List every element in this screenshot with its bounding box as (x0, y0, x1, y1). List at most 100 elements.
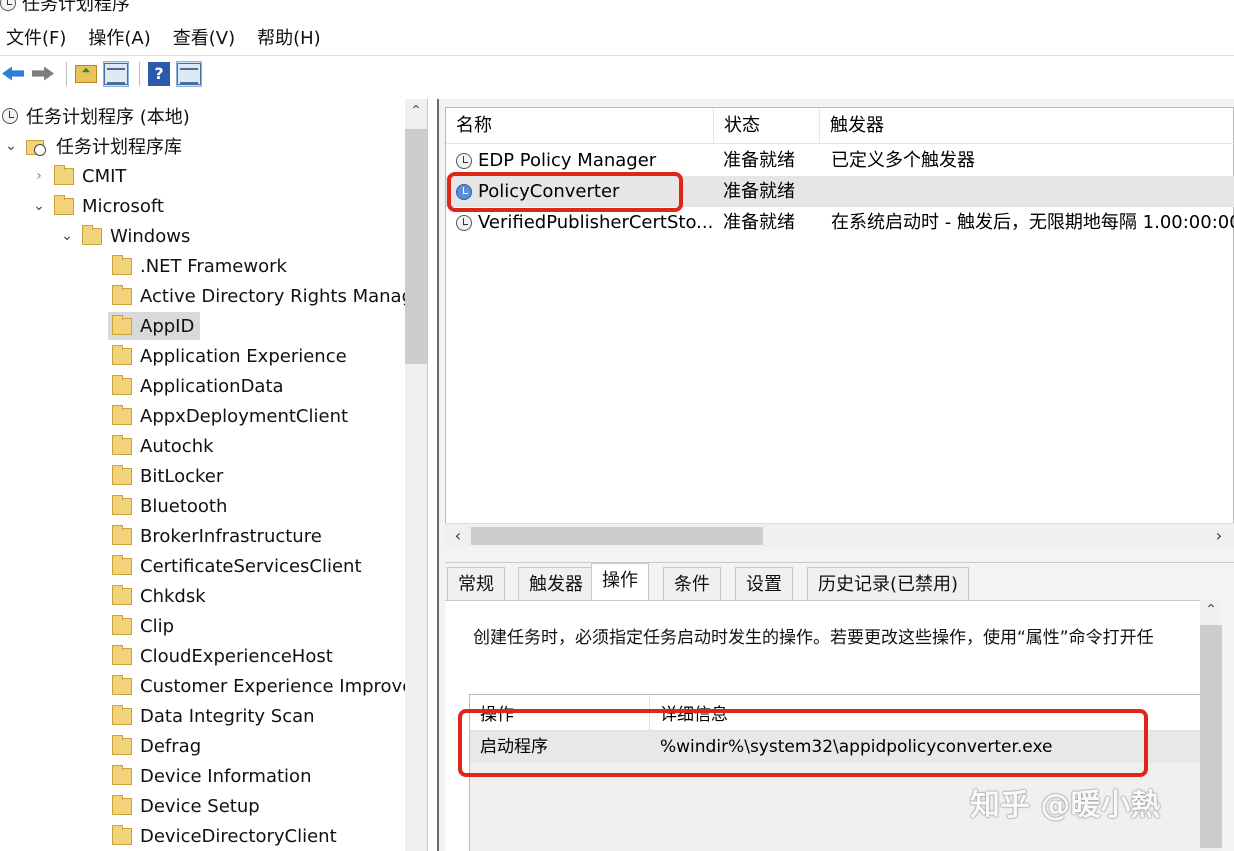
tree-item-defrag[interactable]: Defrag (112, 732, 201, 760)
task-row[interactable]: VerifiedPublisherCertSto... 准备就绪 在系统启动时 … (446, 207, 1234, 238)
tree-item-windows[interactable]: ⌄ Windows (60, 222, 190, 250)
back-button[interactable] (0, 61, 26, 87)
tree-item-cmit[interactable]: › CMIT (32, 162, 126, 190)
task-name: PolicyConverter (478, 181, 620, 202)
tree-item-dotnet-framework[interactable]: .NET Framework (112, 252, 287, 280)
tree-item-device-information[interactable]: Device Information (112, 762, 311, 790)
tree-item-autochk[interactable]: Autochk (112, 432, 214, 460)
folder-icon (112, 494, 132, 515)
task-name: VerifiedPublisherCertSto... (478, 212, 714, 233)
menu-view[interactable]: 查看(V) (173, 24, 235, 50)
tab-actions[interactable]: 操作 (591, 563, 649, 601)
tree-item-label: ApplicationData (140, 375, 284, 397)
folder-icon (112, 284, 132, 305)
tree-item-root[interactable]: 任务计划程序 (本地) (2, 102, 190, 130)
folder-icon (112, 794, 132, 815)
show-hide-action-pane-button[interactable] (176, 60, 202, 87)
task-list: 名称 状态 触发器 EDP Policy Manager 准备就绪 已定义多个触… (445, 107, 1234, 547)
scrollbar-thumb[interactable] (405, 129, 427, 364)
scroll-up-icon[interactable]: ⌃ (1200, 602, 1222, 622)
tree-item-microsoft[interactable]: ⌄ Microsoft (32, 192, 164, 220)
folder-icon (112, 824, 132, 845)
help-button[interactable]: ? (146, 61, 172, 87)
forward-arrow-icon (32, 66, 54, 81)
chevron-right-icon[interactable]: › (32, 168, 46, 184)
menu-help[interactable]: 帮助(H) (257, 24, 321, 50)
tree-item-label: 任务计划程序 (本地) (26, 107, 190, 128)
tree-item-application-experience[interactable]: Application Experience (112, 342, 347, 370)
tree-item-appid[interactable]: AppID (108, 312, 201, 340)
task-trigger: 在系统启动时 - 触发后，无限期地每隔 1.00:00:00 (831, 212, 1234, 233)
console-tree: 任务计划程序 (本地) ⌄ 任务计划程序库 › CMIT ⌄ Microsoft… (0, 99, 428, 851)
tree-item-label: Autochk (140, 435, 214, 457)
show-hide-console-tree-button[interactable] (103, 60, 129, 87)
tree-item-label: 任务计划程序库 (56, 137, 182, 158)
action-row[interactable]: 启动程序 %windir%\system32\appidpolicyconver… (470, 731, 1206, 763)
tree-item-bluetooth[interactable]: Bluetooth (112, 492, 227, 520)
tree-item-label: Clip (140, 615, 174, 637)
tree-item-data-integrity-scan[interactable]: Data Integrity Scan (112, 702, 315, 730)
tree-item-certificateservicesclient[interactable]: CertificateServicesClient (112, 552, 362, 580)
tab-general[interactable]: 常规 (447, 567, 505, 601)
tree-item-label: CloudExperienceHost (140, 645, 333, 667)
chevron-down-icon[interactable]: ⌄ (60, 228, 74, 244)
tree-item-devicedirectoryclient[interactable]: DeviceDirectoryClient (112, 822, 337, 850)
tree-item-device-setup[interactable]: Device Setup (112, 792, 260, 820)
folder-icon (54, 194, 74, 215)
task-clock-icon (456, 183, 472, 200)
tree-vertical-scrollbar[interactable]: ⌃ (405, 99, 427, 851)
task-status: 准备就绪 (723, 212, 795, 233)
tree-item-bitlocker[interactable]: BitLocker (112, 462, 223, 490)
chevron-down-icon[interactable]: ⌄ (32, 198, 46, 214)
task-list-horizontal-scrollbar[interactable]: ‹ › (445, 523, 1234, 547)
scroll-up-icon[interactable]: ⌃ (405, 103, 427, 123)
folder-icon (112, 314, 132, 335)
tree-item-label: Application Experience (140, 345, 347, 367)
tree-item-appxdeploymentclient[interactable]: AppxDeploymentClient (112, 402, 348, 430)
scrollbar-thumb[interactable] (1200, 625, 1222, 848)
folder-icon (54, 164, 74, 185)
folder-icon (112, 254, 132, 275)
tab-settings[interactable]: 设置 (735, 567, 793, 601)
menu-file[interactable]: 文件(F) (6, 24, 66, 50)
tree-item-active-directory[interactable]: Active Directory Rights Manag (112, 282, 413, 310)
actions-table: 操作 详细信息 启动程序 %windir%\system32\appidpoli… (469, 694, 1206, 851)
tree-item-label: Bluetooth (140, 495, 228, 517)
tree-item-applicationdata[interactable]: ApplicationData (112, 372, 284, 400)
tab-triggers[interactable]: 触发器 (518, 567, 594, 601)
tree-item-brokerinfrastructure[interactable]: BrokerInfrastructure (112, 522, 322, 550)
menu-bar: 文件(F) 操作(A) 查看(V) 帮助(H) (0, 22, 337, 52)
forward-button[interactable] (30, 61, 56, 87)
task-library-icon (26, 136, 48, 156)
tree-item-cloudexperiencehost[interactable]: CloudExperienceHost (112, 642, 333, 670)
column-header-status[interactable]: 状态 (714, 108, 820, 144)
column-header-trigger[interactable]: 触发器 (820, 108, 1234, 144)
column-header-details[interactable]: 详细信息 (650, 695, 1206, 731)
tab-conditions[interactable]: 条件 (663, 567, 721, 601)
tab-history[interactable]: 历史记录(已禁用) (807, 567, 970, 601)
column-header-action[interactable]: 操作 (470, 695, 650, 731)
up-folder-button[interactable] (73, 61, 99, 87)
tree-item-clip[interactable]: Clip (112, 612, 174, 640)
menu-action[interactable]: 操作(A) (88, 24, 150, 50)
scrollbar-thumb[interactable] (471, 527, 763, 545)
tree-item-label: Microsoft (82, 195, 164, 217)
actions-description: 创建任务时，必须指定任务启动时发生的操作。若要更改这些操作，使用“属性”命令打开… (473, 628, 1154, 648)
tree-item-library[interactable]: ⌄ 任务计划程序库 (4, 132, 182, 160)
tree-item-label: BrokerInfrastructure (140, 525, 322, 547)
details-vertical-scrollbar[interactable]: ⌃ (1200, 600, 1222, 851)
tree-item-customer-experience[interactable]: Customer Experience Improve (112, 672, 413, 700)
folder-icon (112, 524, 132, 545)
folder-icon (112, 704, 132, 725)
tree-item-label: AppxDeploymentClient (140, 405, 349, 427)
scroll-left-icon[interactable]: ‹ (447, 524, 469, 548)
folder-icon (112, 464, 132, 485)
scroll-right-icon[interactable]: › (1208, 524, 1230, 548)
column-header-name[interactable]: 名称 (446, 108, 714, 144)
tree-item-label: AppID (140, 315, 195, 337)
task-row-selected[interactable]: PolicyConverter 准备就绪 (446, 176, 1234, 207)
task-row[interactable]: EDP Policy Manager 准备就绪 已定义多个触发器 (446, 145, 1234, 176)
chevron-down-icon[interactable]: ⌄ (4, 138, 18, 154)
tree-item-label: BitLocker (140, 465, 224, 487)
tree-item-chkdsk[interactable]: Chkdsk (112, 582, 206, 610)
